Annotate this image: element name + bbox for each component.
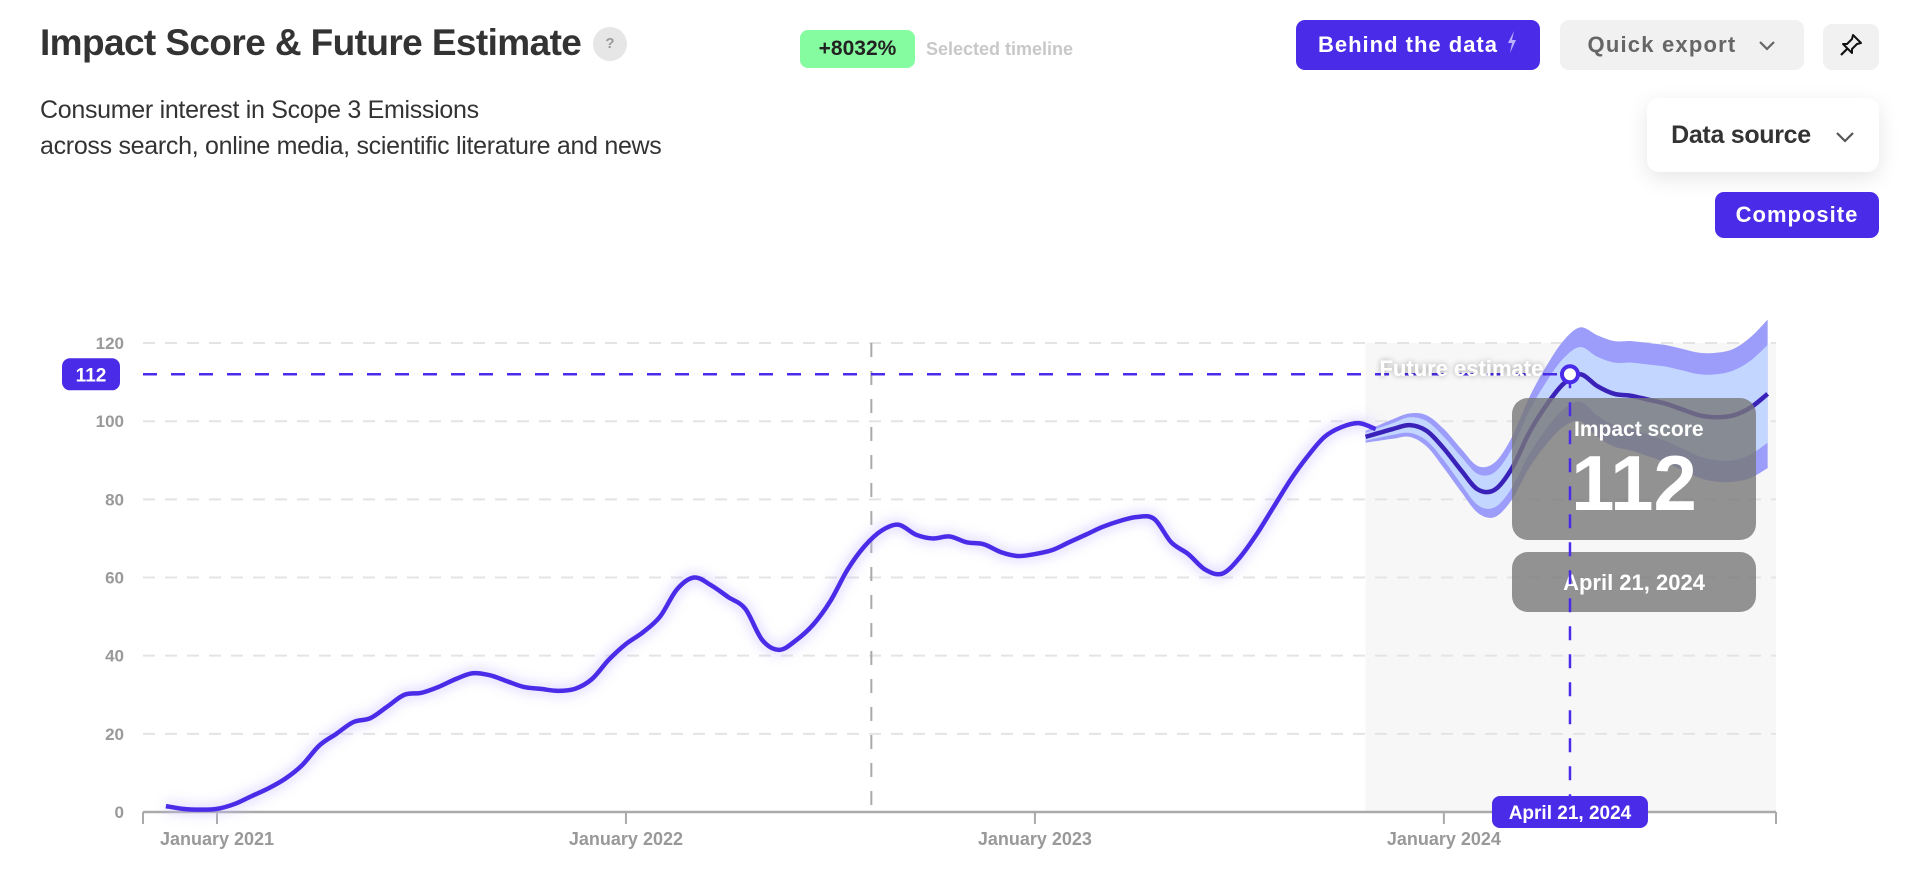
selected-point[interactable] [1559, 364, 1580, 385]
x-tick-label: January 2023 [978, 829, 1092, 849]
y-tick-label: 100 [96, 412, 124, 431]
y-tick-label: 40 [105, 647, 124, 666]
impact-score-chart[interactable]: 0 20 40 60 80 100 120 January 2021 January 2022 J… [0, 0, 1922, 876]
history-line-glow [165, 418, 1378, 815]
history-line [165, 420, 1377, 812]
y-tick-label: 120 [96, 334, 124, 353]
x-tick-label: January 2024 [1387, 829, 1501, 849]
y-value-marker-label: 112 [76, 365, 107, 386]
tooltip-value: 112 [1571, 439, 1697, 527]
y-tick-label: 60 [105, 569, 124, 588]
x-date-marker-label: April 21, 2024 [1509, 803, 1632, 824]
y-tick-label: 80 [105, 490, 124, 509]
tooltip-title: Impact score [1574, 418, 1704, 441]
y-tick-label: 20 [105, 725, 124, 744]
x-tick-label: January 2021 [160, 829, 274, 849]
tooltip-date: April 21, 2024 [1563, 570, 1706, 595]
forecast-label: Future estimate [1379, 356, 1543, 381]
y-tick-label: 0 [115, 803, 124, 822]
x-tick-label: January 2022 [569, 829, 683, 849]
